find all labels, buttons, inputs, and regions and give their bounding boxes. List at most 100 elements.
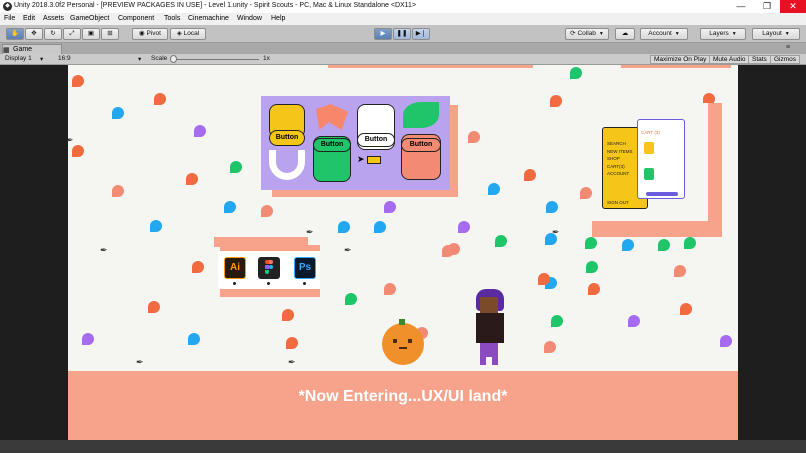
- blob-shape: [282, 309, 294, 321]
- blob-shape: [586, 261, 598, 273]
- white-button[interactable]: Button: [357, 133, 395, 147]
- menu-gameobject[interactable]: GameObject: [70, 15, 109, 22]
- blob-shape: [570, 67, 582, 79]
- menu-window[interactable]: Window: [237, 15, 262, 22]
- maximize-button[interactable]: ❐: [754, 0, 780, 13]
- tab-game-label: Game: [13, 46, 33, 53]
- cloud-icon[interactable]: ☁: [615, 28, 635, 40]
- player-face: [480, 297, 498, 313]
- minimize-button[interactable]: —: [728, 0, 754, 13]
- orange-character: [382, 319, 424, 365]
- cart-title: CART (3): [641, 130, 660, 135]
- maximize-on-play-toggle[interactable]: Maximize On Play: [650, 55, 711, 64]
- blob-shape: [674, 265, 686, 277]
- blob-shape: [546, 201, 558, 213]
- blob-shape: [580, 187, 592, 199]
- menu-shop[interactable]: SHOP: [607, 155, 633, 163]
- rect-tool-icon[interactable]: ▣: [82, 28, 100, 40]
- menu-help[interactable]: Help: [271, 15, 285, 22]
- menu-new-items[interactable]: NEW ITEMS: [607, 148, 633, 156]
- tab-menu-icon[interactable]: ≡: [786, 44, 790, 51]
- scale-label: Scale: [151, 55, 168, 62]
- local-toggle[interactable]: ◈ Local: [170, 28, 206, 40]
- title-bar: ◆ Unity 2018.3.0f2 Personal - [PREVIEW P…: [0, 0, 806, 13]
- game-viewport[interactable]: ✒ ✒ ✒ ✒ ✒ ✒ ✒ Button Button Button ➤ But…: [68, 65, 738, 440]
- blob-shape: [538, 273, 550, 285]
- menu-file[interactable]: File: [4, 15, 15, 22]
- stats-toggle[interactable]: Stats: [748, 55, 771, 64]
- close-button[interactable]: ✕: [780, 0, 806, 13]
- collab-dropdown[interactable]: ⟳ Collab ▼: [565, 28, 609, 40]
- blob-shape: [628, 315, 640, 327]
- blob-shape: [544, 341, 556, 353]
- blob-shape: [680, 303, 692, 315]
- checkout-button[interactable]: [646, 192, 678, 196]
- blob-shape: [72, 145, 84, 157]
- menu-search[interactable]: SEARCH: [607, 140, 633, 148]
- layers-dropdown[interactable]: Layers ▼: [700, 28, 746, 40]
- blob-shape: [230, 161, 242, 173]
- blob-shape: [550, 95, 562, 107]
- menu-edit[interactable]: Edit: [23, 15, 35, 22]
- blob-shape: [384, 201, 396, 213]
- orange-mouth: [399, 347, 407, 349]
- account-dropdown[interactable]: Account ▼: [640, 28, 688, 40]
- gizmos-dropdown[interactable]: Gizmos: [770, 55, 801, 64]
- mute-audio-toggle[interactable]: Mute Audio: [709, 55, 750, 64]
- menu-tools[interactable]: Tools: [164, 15, 180, 22]
- blob-shape: [458, 221, 470, 233]
- pivot-toggle[interactable]: ◉ Pivot: [132, 28, 168, 40]
- tab-game[interactable]: Game: [2, 44, 62, 54]
- app-icons-panel: Ai Ps: [218, 251, 320, 289]
- game-toolbar: Display 1 ▾ 16:9 ▾ Scale 1x Maximize On …: [0, 54, 806, 65]
- blob-shape: [524, 169, 536, 181]
- menu-cart[interactable]: CART(3): [607, 163, 633, 171]
- mobile-menu-list: SEARCH NEW ITEMS SHOP CART(3) ACCOUNT: [607, 140, 633, 178]
- salmon-button[interactable]: Button: [401, 138, 441, 152]
- orange-eye: [393, 339, 397, 343]
- pause-button-icon[interactable]: ❚❚: [393, 28, 411, 40]
- display-dropdown[interactable]: Display 1: [5, 55, 32, 62]
- transform-tool-icon[interactable]: ⊞: [101, 28, 119, 40]
- step-button-icon[interactable]: ▶❘: [412, 28, 430, 40]
- player-leg: [492, 357, 498, 365]
- scale-slider-handle[interactable]: [170, 55, 177, 63]
- local-label: Local: [183, 30, 200, 37]
- coral-star-shape: [316, 104, 348, 130]
- green-button[interactable]: Button: [313, 138, 351, 152]
- blob-shape: [154, 93, 166, 105]
- pen-cursor-icon: ✒: [136, 357, 144, 367]
- blob-shape: [720, 335, 732, 347]
- layout-dropdown[interactable]: Layout ▼: [752, 28, 800, 40]
- blob-shape: [585, 237, 597, 249]
- blob-shape: [488, 183, 500, 195]
- menu-component[interactable]: Component: [118, 15, 154, 22]
- blob-shape: [468, 131, 480, 143]
- play-button-icon[interactable]: ▶: [374, 28, 392, 40]
- layout-label: Layout: [762, 30, 782, 37]
- button-showcase-panel: Button Button Button ➤ Button: [261, 96, 450, 190]
- blob-shape: [658, 239, 670, 251]
- menu-assets[interactable]: Assets: [43, 15, 64, 22]
- scale-tool-icon[interactable]: ⤢: [63, 28, 81, 40]
- scale-slider[interactable]: [171, 59, 259, 60]
- top-strip-right: [621, 65, 731, 68]
- menu-cinemachine[interactable]: Cinemachine: [188, 15, 229, 22]
- aspect-dropdown[interactable]: 16:9: [58, 55, 71, 62]
- blob-shape: [384, 283, 396, 295]
- move-tool-icon[interactable]: ✥: [25, 28, 43, 40]
- entry-banner: *Now Entering...UX/UI land*: [68, 371, 738, 440]
- blob-shape: [588, 283, 600, 295]
- player-body: [476, 313, 504, 343]
- display-caret-icon[interactable]: ▾: [40, 55, 43, 63]
- menu-sign-out[interactable]: SIGN OUT: [607, 200, 629, 205]
- yellow-button[interactable]: Button: [269, 130, 305, 146]
- menu-account[interactable]: ACCOUNT: [607, 170, 633, 178]
- blob-shape: [112, 185, 124, 197]
- rotate-tool-icon[interactable]: ↻: [44, 28, 62, 40]
- hand-tool-icon[interactable]: ✋: [6, 28, 24, 40]
- aspect-caret-icon[interactable]: ▾: [138, 55, 141, 63]
- status-bar: [0, 440, 806, 453]
- cart-item-plant-icon: [644, 168, 654, 180]
- game-tab-icon: ▦: [3, 47, 10, 54]
